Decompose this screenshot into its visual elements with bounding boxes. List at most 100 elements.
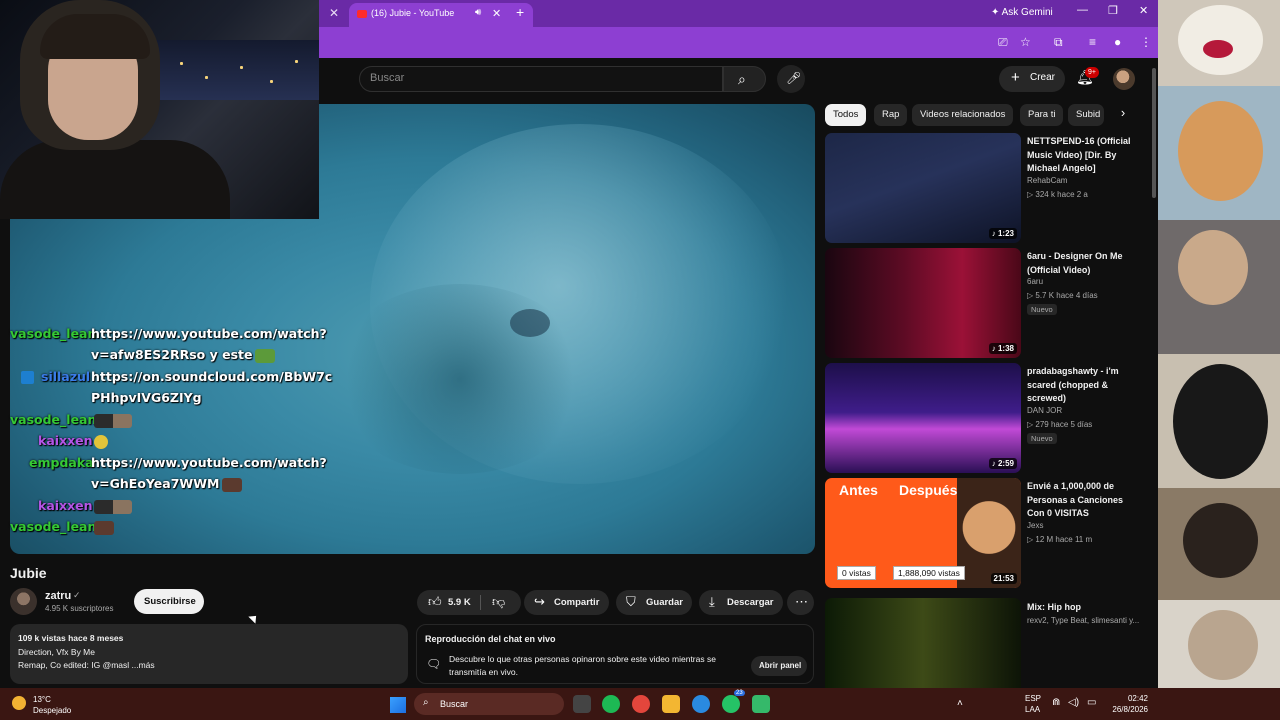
dog-head — [1188, 610, 1258, 680]
account-avatar[interactable] — [1113, 68, 1135, 90]
description-box[interactable]: 109 k vistas hace 8 meses Direction, Vfx… — [10, 624, 408, 684]
rec-channel[interactable]: rexv2, Type Beat, slimesanti y... — [1027, 616, 1142, 625]
thumb-before-views: 0 vistas — [837, 566, 876, 580]
app-icon[interactable] — [752, 695, 770, 713]
clock-time[interactable]: 02:42 — [1108, 694, 1148, 703]
like-count[interactable]: 5.9 K — [448, 597, 471, 608]
media-icon[interactable]: ≡ — [1089, 35, 1096, 49]
dark-emote-icon — [222, 477, 243, 492]
video-thumbnail[interactable]: ♪ 1:23 — [825, 133, 1021, 243]
chevron-up-icon[interactable]: ˄ — [957, 698, 963, 709]
recommended-video[interactable]: ♪ 1:23 NETTSPEND-16 (Official Music Vide… — [825, 133, 1143, 245]
star-icon[interactable]: ☆ — [1020, 35, 1031, 49]
video-thumbnail[interactable]: Antes Después 0 vistas 1,888,090 vistas … — [825, 478, 1021, 588]
rec-channel[interactable]: Jexs — [1027, 521, 1043, 530]
chip-for-you[interactable]: Para ti — [1020, 104, 1064, 126]
rec-title[interactable]: NETTSPEND-16 (Official Music Video) [Dir… — [1027, 135, 1142, 176]
profile-icon[interactable]: ● — [1114, 35, 1121, 49]
restore-icon[interactable]: ❐ — [1108, 4, 1118, 17]
subscribe-button[interactable]: Suscribirse — [134, 589, 204, 614]
download-button[interactable]: ⤓ Descargar — [699, 590, 783, 615]
close-window-icon[interactable]: ✕ — [1139, 4, 1148, 17]
whatsapp-badge: 23 — [734, 690, 745, 696]
chip-rap[interactable]: Rap — [874, 104, 908, 126]
chat-username: vasode_lean — [10, 326, 97, 341]
dog-photo — [1158, 600, 1280, 690]
close-tab-icon[interactable]: ✕ — [492, 7, 501, 20]
whatsapp-icon[interactable] — [722, 695, 740, 713]
channel-avatar[interactable] — [10, 588, 37, 615]
search-placeholder: Buscar — [370, 72, 405, 84]
edge-icon[interactable] — [692, 695, 710, 713]
webcam-person-hair — [40, 14, 150, 59]
language-code[interactable]: ESP — [1025, 694, 1041, 703]
voice-search-button[interactable]: 🎤︎ — [777, 65, 805, 93]
duration-badge: 21:53 — [990, 573, 1017, 584]
share-button[interactable]: ↪ Compartir — [524, 590, 609, 615]
chevron-right-icon[interactable]: › — [1113, 105, 1133, 125]
minimize-icon[interactable]: — — [1077, 4, 1088, 16]
rec-title[interactable]: pradabagshawty - i'm scared (chopped & s… — [1027, 365, 1142, 406]
rec-title[interactable]: Envié a 1,000,000 de Personas a Cancione… — [1027, 480, 1142, 521]
new-tab-button[interactable]: + — [516, 4, 524, 20]
ask-gemini-button[interactable]: ✦ Ask Gemini — [983, 4, 1061, 23]
rec-title[interactable]: Mix: Hip hop — [1027, 601, 1142, 615]
clock-date[interactable]: 26/8/2026 — [1100, 705, 1148, 714]
chat-text-line2: v=afw8ES2RRso y este — [91, 347, 276, 363]
speaker-icon[interactable]: 🔊︎ — [475, 7, 481, 18]
rec-channel[interactable]: RehabCam — [1027, 176, 1067, 185]
spotify-icon[interactable] — [602, 695, 620, 713]
rec-title[interactable]: 6aru - Designer On Me (Official Video) — [1027, 250, 1142, 277]
file-explorer-icon[interactable] — [662, 695, 680, 713]
rec-channel[interactable]: DAN JOR — [1027, 406, 1062, 415]
duo-emote-icon — [94, 413, 132, 428]
chip-todos[interactable]: Todos — [825, 104, 867, 126]
video-title: Jubie — [10, 565, 47, 581]
menu-icon[interactable]: ⋮ — [1140, 35, 1152, 49]
recommended-video[interactable]: ♪ 2:59 pradabagshawty - i'm scared (chop… — [825, 363, 1143, 475]
close-icon[interactable]: ✕ — [329, 6, 339, 20]
weather-temp[interactable]: 13°C — [33, 695, 51, 704]
share-icon: ↪ — [534, 594, 545, 609]
wifi-icon[interactable]: ⋒ — [1052, 697, 1060, 708]
taskbar-search[interactable]: ⌕ Buscar — [414, 693, 564, 715]
rec-channel[interactable]: 6aru — [1027, 277, 1043, 286]
scroll-thumb[interactable] — [1152, 68, 1156, 198]
video-thumbnail[interactable]: ♪ 1:38 — [825, 248, 1021, 358]
extensions-icon[interactable]: ⧉ — [1054, 35, 1063, 50]
cast-icon[interactable]: ⎚ — [998, 35, 1008, 50]
battery-icon[interactable]: ▭ — [1087, 697, 1096, 708]
chip-uploaded[interactable]: Subid — [1068, 104, 1104, 126]
chrome-icon[interactable] — [632, 695, 650, 713]
face-emote-icon — [94, 434, 108, 449]
save-button[interactable]: ⛉ Guardar — [616, 590, 692, 615]
page-scrollbar[interactable] — [1150, 58, 1158, 688]
thumbs-down-icon[interactable]: 👎︎ — [492, 594, 505, 610]
dog-tongue — [1203, 40, 1233, 58]
weather-moon-icon[interactable] — [12, 696, 26, 710]
duration-badge: ♪ 1:38 — [988, 343, 1017, 354]
search-input[interactable]: Buscar — [359, 66, 723, 92]
task-view-icon[interactable] — [573, 695, 591, 713]
weather-condition[interactable]: Despejado — [33, 706, 71, 715]
thumbs-up-icon[interactable]: 👍︎ — [428, 594, 442, 610]
volume-icon[interactable]: ◁) — [1068, 697, 1079, 708]
recommended-video[interactable]: Antes Después 0 vistas 1,888,090 vistas … — [825, 478, 1143, 590]
recommended-video[interactable]: ♪ 1:38 6aru - Designer On Me (Official V… — [825, 248, 1143, 360]
webcam-overlay — [0, 0, 319, 219]
tab-youtube[interactable]: (16) Jubie - YouTube 🔊︎ ✕ — [349, 3, 533, 27]
chip-related[interactable]: Videos relacionados — [912, 104, 1014, 126]
search-icon: ⌕ — [423, 697, 429, 708]
channel-name[interactable]: zatru — [45, 590, 71, 602]
windows-start-icon[interactable] — [390, 697, 406, 713]
video-thumbnail[interactable]: ♪ 2:59 — [825, 363, 1021, 473]
more-actions-button[interactable]: ⋯ — [787, 590, 814, 615]
recommended-mix[interactable]: Mix: Hip hop rexv2, Type Beat, slimesant… — [825, 598, 1143, 688]
create-button[interactable]: + Crear — [999, 66, 1065, 92]
thumb-face — [957, 478, 1021, 588]
video-thumbnail[interactable] — [825, 598, 1021, 688]
language-layout[interactable]: LAA — [1025, 705, 1040, 714]
open-panel-button[interactable]: Abrir panel — [751, 656, 807, 676]
search-button[interactable]: ⌕ — [723, 66, 766, 92]
browser-titlebar: ✕ (16) Jubie - YouTube 🔊︎ ✕ + ✦ Ask Gemi… — [319, 0, 1158, 27]
